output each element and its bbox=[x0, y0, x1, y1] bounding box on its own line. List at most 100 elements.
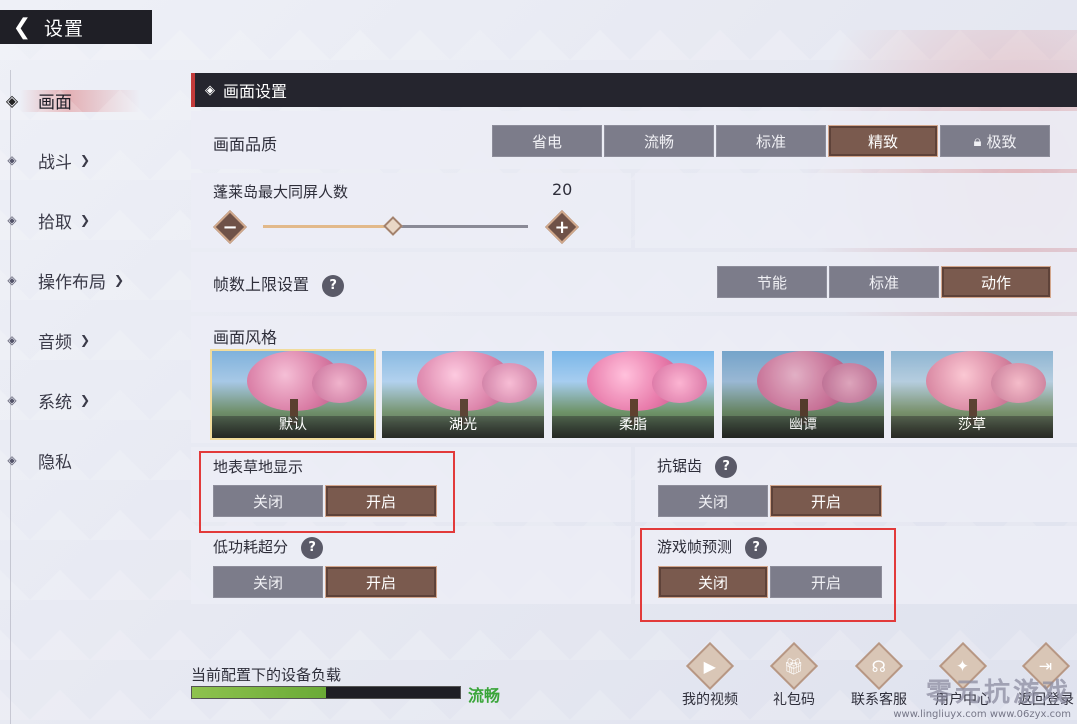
decrease-button[interactable]: − bbox=[213, 210, 247, 244]
back-arrow-icon[interactable]: ❮ bbox=[0, 10, 44, 44]
lock-icon: 🔒︎ bbox=[973, 132, 982, 150]
device-load-label: 当前配置下的设备负载 bbox=[191, 666, 342, 684]
sidebar-item-layout[interactable]: ◈ 操作布局 ❯ bbox=[0, 250, 180, 310]
antialias-toggle: 关闭 开启 bbox=[658, 485, 884, 517]
quality-option-smooth[interactable]: 流畅 bbox=[604, 125, 714, 157]
diamond-icon: ◈ bbox=[5, 90, 19, 110]
low-power-sr-toggle: 关闭 开启 bbox=[213, 566, 439, 598]
style-thumb-soft[interactable]: 柔脂 bbox=[552, 351, 714, 438]
quality-label: 画面品质 bbox=[213, 135, 278, 154]
quality-row: 画面品质 省电 流畅 标准 精致 🔒︎ 极致 bbox=[191, 111, 1077, 169]
sidebar: ◈ 画面 ◈ 战斗 ❯ ◈ 拾取 ❯ ◈ 操作布局 ❯ ◈ 音频 ❯ ◈ 系统 … bbox=[0, 70, 180, 490]
max-players-label: 蓬莱岛最大同屏人数 bbox=[213, 183, 349, 201]
quality-option-power-save[interactable]: 省电 bbox=[492, 125, 602, 157]
diamond-icon: ◈ bbox=[7, 393, 17, 407]
highlight-box bbox=[199, 451, 455, 533]
sidebar-item-label: 画面 bbox=[38, 92, 72, 113]
section-header: ◈ 画面设置 bbox=[191, 73, 1077, 107]
max-players-card: 蓬莱岛最大同屏人数 20 − + bbox=[191, 173, 631, 248]
style-thumb-deep[interactable]: 幽谭 bbox=[722, 351, 884, 438]
thumb-image bbox=[482, 363, 537, 403]
my-videos-button[interactable]: ▶ 我的视频 bbox=[675, 641, 745, 709]
device-load-bar bbox=[191, 686, 461, 699]
help-icon[interactable]: ? bbox=[301, 536, 324, 559]
diamond-icon: ◈ bbox=[7, 153, 17, 167]
plus-icon: + bbox=[554, 216, 570, 238]
style-label: 画面风格 bbox=[213, 328, 278, 347]
watermark-url: www.06zyx.com bbox=[989, 709, 1071, 720]
diamond-icon: ◈ bbox=[205, 82, 215, 98]
fps-selector: 节能 标准 动作 bbox=[717, 266, 1053, 298]
style-thumb-label: 默认 bbox=[279, 417, 307, 433]
diamond-icon: ◈ bbox=[7, 333, 17, 347]
chevron-down-icon: ❯ bbox=[114, 273, 125, 287]
low-power-sr-label: 低功耗超分 bbox=[213, 538, 289, 556]
quality-option-standard[interactable]: 标准 bbox=[716, 125, 826, 157]
chevron-down-icon: ❯ bbox=[80, 393, 91, 407]
toggle-off-button[interactable]: 关闭 bbox=[658, 485, 768, 517]
play-icon: ▶ bbox=[685, 641, 735, 691]
fps-option-action[interactable]: 动作 bbox=[941, 266, 1051, 298]
toggle-off-button[interactable]: 关闭 bbox=[213, 566, 323, 598]
fps-option-standard[interactable]: 标准 bbox=[829, 266, 939, 298]
thumb-image bbox=[312, 363, 367, 403]
sidebar-item-system[interactable]: ◈ 系统 ❯ bbox=[0, 370, 180, 430]
gift-icon: 🎁︎ bbox=[769, 641, 819, 691]
minus-icon: − bbox=[222, 216, 238, 238]
style-thumb-default[interactable]: 默认 bbox=[210, 349, 376, 440]
antialias-label: 抗锯齿 bbox=[657, 457, 703, 475]
watermark: 零元抗游戏 www.lingliuyx.com www.06zyx.com bbox=[893, 672, 1071, 720]
chevron-down-icon: ❯ bbox=[80, 213, 91, 227]
help-icon[interactable]: ? bbox=[715, 455, 738, 478]
antialias-label-group: 抗锯齿 ? bbox=[657, 455, 738, 478]
chevron-down-icon: ❯ bbox=[80, 333, 91, 347]
style-thumb-lake[interactable]: 湖光 bbox=[382, 351, 544, 438]
toggle-on-button[interactable]: 开启 bbox=[325, 566, 437, 598]
quality-option-ultra[interactable]: 🔒︎ 极致 bbox=[940, 125, 1050, 157]
sidebar-item-label: 系统 bbox=[38, 392, 72, 413]
fps-option-eco[interactable]: 节能 bbox=[717, 266, 827, 298]
page-title: 设置 bbox=[44, 17, 85, 40]
top-bar: ❮ 设置 bbox=[0, 10, 152, 44]
quality-option-fine[interactable]: 精致 bbox=[828, 125, 938, 157]
thumb-image bbox=[991, 363, 1046, 403]
diamond-icon: ◈ bbox=[7, 273, 17, 287]
sidebar-item-pickup[interactable]: ◈ 拾取 ❯ bbox=[0, 190, 180, 250]
empty-card bbox=[635, 173, 1077, 248]
style-thumb-label: 柔脂 bbox=[619, 417, 647, 433]
sidebar-item-graphics[interactable]: ◈ 画面 bbox=[0, 70, 180, 130]
low-power-sr-card: 低功耗超分 ? 关闭 开启 bbox=[191, 526, 631, 604]
sidebar-item-privacy[interactable]: ◈ 隐私 bbox=[0, 430, 180, 490]
style-thumb-label: 幽谭 bbox=[789, 417, 817, 433]
increase-button[interactable]: + bbox=[545, 210, 579, 244]
fps-label: 帧数上限设置 bbox=[213, 275, 310, 294]
quality-selector: 省电 流畅 标准 精致 🔒︎ 极致 bbox=[492, 125, 1052, 157]
quality-option-ultra-label: 极致 bbox=[986, 132, 1017, 151]
sidebar-item-label: 隐私 bbox=[38, 452, 72, 473]
slider-fill bbox=[263, 225, 393, 228]
sidebar-item-combat[interactable]: ◈ 战斗 ❯ bbox=[0, 130, 180, 190]
watermark-url: www.lingliuyx.com bbox=[893, 709, 987, 720]
style-thumb-sedge[interactable]: 莎草 bbox=[891, 351, 1053, 438]
section-title: 画面设置 bbox=[223, 82, 288, 101]
fps-label-group: 帧数上限设置 ? bbox=[213, 271, 345, 297]
sidebar-item-label: 战斗 bbox=[38, 152, 72, 173]
toggle-on-button[interactable]: 开启 bbox=[770, 485, 882, 517]
watermark-urls: www.lingliuyx.com www.06zyx.com bbox=[893, 709, 1071, 720]
thumb-image bbox=[822, 363, 877, 403]
help-icon[interactable]: ? bbox=[322, 274, 345, 297]
fps-row: 帧数上限设置 ? 节能 标准 动作 bbox=[191, 252, 1077, 312]
sidebar-item-audio[interactable]: ◈ 音频 ❯ bbox=[0, 310, 180, 370]
device-load-status: 流畅 bbox=[468, 686, 501, 705]
max-players-value: 20 bbox=[552, 180, 573, 199]
highlight-box bbox=[640, 528, 896, 622]
style-thumb-label: 湖光 bbox=[449, 417, 477, 433]
slider-knob[interactable] bbox=[382, 216, 403, 236]
sidebar-item-label: 拾取 bbox=[38, 212, 72, 233]
gift-code-button[interactable]: 🎁︎ 礼包码 bbox=[759, 641, 829, 709]
watermark-title: 零元抗游戏 bbox=[925, 678, 1071, 708]
style-thumb-label: 莎草 bbox=[958, 417, 986, 433]
diamond-icon: ◈ bbox=[7, 213, 17, 227]
sidebar-item-label: 操作布局 bbox=[38, 272, 106, 293]
gift-code-label: 礼包码 bbox=[773, 692, 815, 708]
